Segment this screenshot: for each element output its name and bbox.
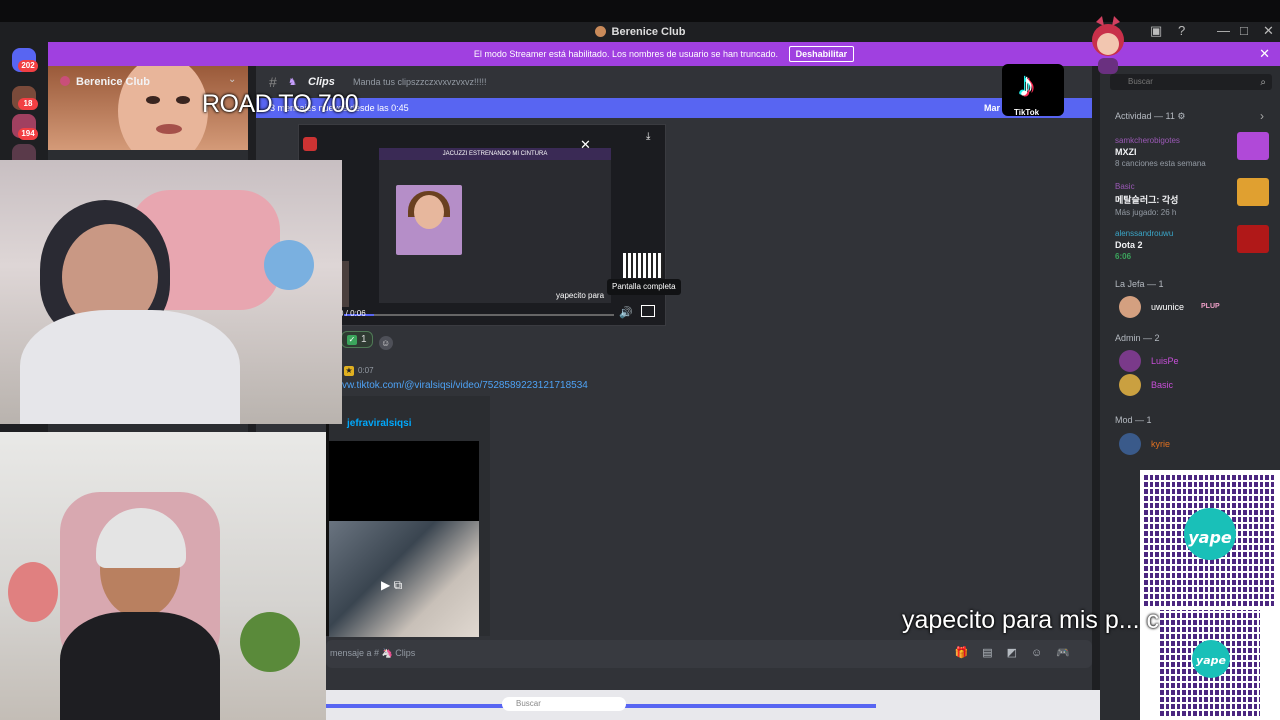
activity-user: alenssandrouwu <box>1115 229 1174 238</box>
video-inner-title: JACUZZI ESTRENANDO MI CINTURA <box>379 148 611 160</box>
star-icon: ★ <box>344 366 354 376</box>
search-icon: ⌕ <box>1260 77 1266 88</box>
play-icon[interactable]: ▶ ⧉ <box>381 578 402 593</box>
activity-user: Basic <box>1115 182 1135 191</box>
reactions-row: ✓ 1 ☺ <box>341 331 393 350</box>
disable-streamer-button[interactable]: Deshabilitar <box>788 46 855 62</box>
window-title-text: Berenice Club <box>611 26 686 38</box>
avatar-character-icon <box>1092 16 1124 74</box>
chevron-down-icon[interactable]: ⌄ <box>228 74 236 85</box>
tiktok-label: TikTok <box>1014 108 1040 117</box>
channel-name: Clips <box>308 76 335 88</box>
new-messages-bar[interactable]: 3 mensajes nuevos desde las 0:45 Mar <box>256 98 1092 118</box>
yape-logo: yape <box>1184 508 1236 560</box>
role-header: Admin — 2 <box>1115 333 1160 343</box>
activity-sub: 6:06 <box>1115 252 1132 261</box>
member-name: kyrie <box>1151 439 1171 449</box>
close-banner-icon[interactable]: ✕ <box>1259 42 1270 66</box>
activity-item[interactable]: samkcherobigotes MXZI 8 canciones esta s… <box>1115 132 1269 168</box>
avatar <box>1119 296 1141 318</box>
link-embed: jefraviralsiqsi ▶ ⧉ <box>326 396 490 637</box>
embed-thumbnail[interactable] <box>329 521 479 637</box>
activity-sub: Más jugado: 26 h <box>1115 208 1177 217</box>
close-icon[interactable]: ✕ <box>580 137 591 153</box>
activity-user: samkcherobigotes <box>1115 136 1180 145</box>
server-name-text: Berenice Club <box>76 76 150 88</box>
avatar <box>1119 350 1141 372</box>
message-input[interactable]: mensaje a # 🦄 Clips 🎁▤◩☺🎮 <box>326 640 1092 668</box>
role-header: La Jefa — 1 <box>1115 279 1164 289</box>
video-caption: yapecito para <box>556 291 605 300</box>
composer-icons[interactable]: 🎁▤◩☺🎮 <box>955 646 1084 659</box>
add-reaction-icon[interactable]: ☺ <box>378 336 393 350</box>
activity-sub: 8 canciones esta semana <box>1115 159 1206 168</box>
notification-badge: 18 <box>18 98 38 110</box>
tiktok-logo: ♪ TikTok <box>1002 64 1064 117</box>
message-meta: ★ 0:07 <box>344 366 374 376</box>
member-tag: PLUP <box>1201 303 1220 310</box>
message-link[interactable]: vw.tiktok.com/@viralsiqsi/video/75285892… <box>342 380 588 391</box>
activity-thumbnail <box>1237 132 1269 160</box>
activity-item[interactable]: Basic 메탈슬러그: 각성 Más jugado: 26 h <box>1115 178 1269 217</box>
activity-header: Actividad — 11 ⚙ <box>1115 111 1186 121</box>
webcam-overlay-2 <box>0 432 326 720</box>
video-qr-image <box>623 253 663 278</box>
search-input[interactable]: Buscar ⌕ <box>1110 74 1272 90</box>
member-name: LuisPe <box>1151 356 1179 366</box>
mark-read-text[interactable]: Mar <box>984 98 1000 118</box>
yape-caption-overlay: yapecito para mis p... c <box>902 606 1160 634</box>
reaction-count: 1 <box>361 334 367 345</box>
yape-qr-code: yape yape <box>1140 470 1280 720</box>
activity-title: MXZI <box>1115 147 1137 157</box>
member-name: uwunice <box>1151 302 1185 312</box>
activity-item[interactable]: alenssandrouwu Dota 2 6:06 <box>1115 225 1269 261</box>
volume-icon[interactable]: 🔊 <box>619 306 633 319</box>
reaction-check[interactable]: ✓ 1 <box>341 331 373 348</box>
fullscreen-tooltip: Pantalla completa <box>607 279 681 295</box>
app-logo-icon <box>303 137 317 151</box>
webcam-overlay-1 <box>0 160 342 424</box>
avatar <box>1119 433 1141 455</box>
activity-title: 메탈슬러그: 각성 <box>1115 195 1179 205</box>
server-avatar-icon <box>594 26 606 37</box>
check-icon: ✓ <box>347 335 357 345</box>
maximize-button[interactable]: □ <box>1240 23 1248 38</box>
video-time: 0 / 0:06 <box>339 309 366 318</box>
message-placeholder: mensaje a # 🦄 Clips <box>330 648 416 658</box>
video-inner-image <box>396 185 462 255</box>
avatar <box>1119 374 1141 396</box>
channel-topic[interactable]: Manda tus clipszzczxvxvzvxvz!!!!! <box>353 77 487 87</box>
taskbar-search[interactable]: Buscar <box>502 697 626 711</box>
hash-icon: # <box>269 74 277 90</box>
notification-badge: 194 <box>18 128 38 140</box>
yape-logo: yape <box>1192 640 1230 678</box>
banner-text: El modo Streamer está habilitado. Los no… <box>473 49 779 59</box>
channel-header: # ♞ Clips Manda tus clipszzczxvxvzvxvz!!… <box>256 66 1092 101</box>
minimize-button[interactable]: — <box>1217 23 1230 38</box>
help-icon[interactable]: ? <box>1178 23 1185 38</box>
activity-thumbnail <box>1237 225 1269 253</box>
server-avatar-icon <box>60 76 70 86</box>
member-name: Basic <box>1151 380 1174 390</box>
embed-author[interactable]: jefraviralsiqsi <box>347 418 411 429</box>
fullscreen-icon[interactable] <box>641 305 655 317</box>
activity-title: Dota 2 <box>1115 240 1143 250</box>
notification-badge: 202 <box>18 60 38 72</box>
unicorn-icon: ♞ <box>288 77 297 88</box>
monitor-icon[interactable]: ▣ <box>1150 23 1162 39</box>
message-time: 0:07 <box>358 366 374 375</box>
activity-thumbnail <box>1237 178 1269 206</box>
video-progress-bar[interactable] <box>344 314 614 316</box>
search-placeholder: Buscar <box>1128 77 1153 86</box>
close-window-button[interactable]: ✕ <box>1263 23 1274 39</box>
server-name[interactable]: Berenice Club <box>60 76 150 88</box>
chevron-right-icon[interactable]: › <box>1260 109 1264 123</box>
tiktok-icon: ♪ <box>1018 66 1035 104</box>
role-header: Mod — 1 <box>1115 415 1152 425</box>
video-player[interactable]: JACUZZI ESTRENANDO MI CINTURA ✕ ⤓ yapeci… <box>298 124 666 326</box>
road-to-700-overlay: ROAD TO 700 <box>202 90 359 118</box>
download-icon[interactable]: ⤓ <box>646 131 650 142</box>
